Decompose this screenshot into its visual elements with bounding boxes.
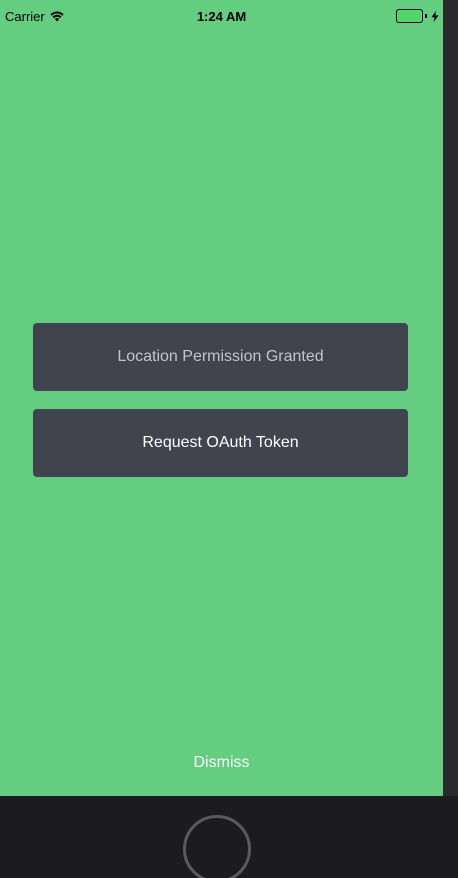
battery-icon (396, 9, 423, 23)
battery-indicator (396, 9, 439, 23)
home-button-icon[interactable] (183, 815, 251, 878)
charging-bolt-icon (431, 10, 439, 22)
battery-level (398, 11, 421, 21)
app-screen: Carrier 1:24 AM Location Permission Gran… (0, 0, 443, 796)
status-bar: Carrier 1:24 AM (0, 0, 443, 32)
battery-tip (425, 14, 427, 18)
device-bezel (443, 0, 458, 796)
device-frame: Carrier 1:24 AM Location Permission Gran… (0, 0, 458, 878)
location-permission-button[interactable]: Location Permission Granted (33, 323, 408, 391)
dismiss-button[interactable]: Dismiss (0, 754, 443, 772)
request-oauth-token-button[interactable]: Request OAuth Token (33, 409, 408, 477)
status-time: 1:24 AM (196, 9, 247, 24)
